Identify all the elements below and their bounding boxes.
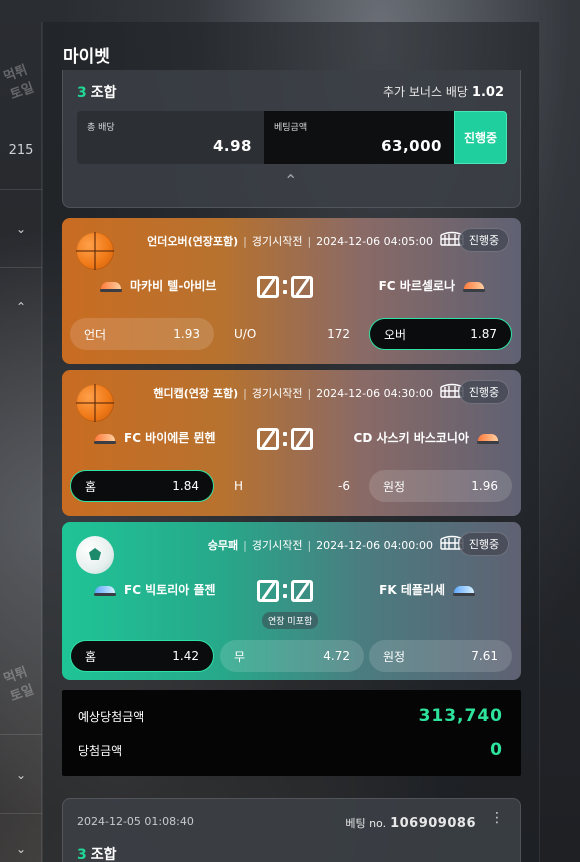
bet-option-handicap-line: H -6 [234, 479, 350, 493]
payout-summary: 예상당첨금액 313,740 당첨금액 0 [62, 690, 521, 776]
chevron-down-icon[interactable]: ⌄ [0, 734, 42, 814]
total-odds-box: 총 배당 4.98 [77, 111, 264, 164]
match-meta: 언더오버(연장포함) | 경기시작전 | 2024-12-06 04:05:00 [147, 235, 433, 248]
bet-number: 베팅 no. 106909086 [345, 816, 476, 831]
basketball-icon [76, 384, 114, 422]
chevron-down-icon[interactable]: ⌄ [0, 190, 42, 268]
bet-option-away[interactable]: 원정 7.61 [369, 640, 512, 672]
team-logo-icon [453, 582, 475, 598]
expected-payout-value: 313,740 [418, 706, 503, 726]
home-team: FC 바이에른 뮌헨 [94, 429, 216, 446]
bet-amount-box: 베팅금액 63,000 [264, 111, 454, 164]
status-badge: 진행중 [454, 111, 507, 164]
total-odds-value: 4.98 [212, 137, 252, 155]
chevron-up-icon[interactable]: ⌃ [0, 268, 42, 346]
chevron-down-icon[interactable]: ⌄ [0, 814, 42, 862]
combo-label: 3 조합 [77, 85, 117, 101]
chevron-up-icon[interactable]: ⌃ [284, 171, 297, 190]
watermark-logo: 먹튀토일 [1, 664, 37, 705]
bet-option-line: U/O 172 [234, 327, 350, 341]
match-card: 핸디캡(연장 포함) | 경기시작전 | 2024-12-06 04:30:00 진행중… [62, 370, 521, 516]
expected-payout-row: 예상당첨금액 313,740 [78, 706, 503, 726]
rail-number: 215 [0, 112, 42, 190]
win-amount-row: 당첨금액 0 [78, 740, 503, 760]
bet-option-home-selected[interactable]: 홈 1.42 [70, 640, 214, 672]
more-menu-icon[interactable]: ⋮ [490, 810, 504, 826]
team-logo-icon [94, 430, 116, 446]
team-logo-icon [100, 278, 122, 294]
bonus-odds: 추가 보너스 배당 1.02 [383, 85, 504, 100]
score-away-digit [291, 276, 313, 298]
soccer-ball-icon [76, 536, 114, 574]
status-badge: 진행중 [459, 532, 509, 556]
bet-option-under[interactable]: 언더 1.93 [70, 318, 214, 350]
team-logo-icon [94, 582, 116, 598]
match-card: 언더오버(연장포함) | 경기시작전 | 2024-12-06 04:05:00 진행중… [62, 218, 521, 364]
bet-option-away[interactable]: 원정 1.96 [369, 470, 512, 502]
bet-option-home-selected[interactable]: 홈 1.84 [70, 470, 214, 502]
basketball-icon [76, 232, 114, 270]
bet-history-card[interactable]: 2024-12-05 01:08:40 베팅 no. 106909086 ⋮ 3조… [62, 798, 521, 862]
score-home-digit [257, 428, 279, 450]
scoreboard [257, 276, 313, 298]
bet-amount-value: 63,000 [381, 137, 442, 155]
bet-option-draw[interactable]: 무 4.72 [220, 640, 364, 672]
status-badge: 진행중 [459, 228, 509, 252]
win-amount-value: 0 [490, 740, 503, 760]
scoreboard [257, 428, 313, 450]
away-team: CD 사스키 바스코니아 [354, 429, 499, 446]
away-team: FC 바르셀로나 [379, 277, 485, 294]
status-badge: 진행중 [459, 380, 509, 404]
score-away-digit [291, 428, 313, 450]
match-meta: 승무패 | 경기시작전 | 2024-12-06 04:00:00 [207, 539, 433, 552]
match-card: 승무패 | 경기시작전 | 2024-12-06 04:00:00 진행중 FC 빅토리… [62, 522, 521, 680]
team-logo-icon [463, 278, 485, 294]
home-team: FC 빅토리아 플젠 [94, 581, 216, 598]
team-logo-icon [477, 430, 499, 446]
score-home-digit [257, 580, 279, 602]
bet-datetime: 2024-12-05 01:08:40 [77, 815, 194, 828]
watermark-logo: 먹튀토일 [1, 62, 37, 103]
page-title: 마이벳 [63, 47, 110, 67]
bet-option-over-selected[interactable]: 오버 1.87 [369, 318, 512, 350]
match-meta: 핸디캡(연장 포함) | 경기시작전 | 2024-12-06 04:30:00 [153, 387, 433, 400]
home-team: 마카비 텔-아비브 [100, 277, 216, 294]
score-away-digit [291, 580, 313, 602]
combo-label: 3 조합 [77, 847, 117, 862]
score-home-digit [257, 276, 279, 298]
left-rail: 먹튀토일 215 ⌄ ⌃ 먹튀토일 ⌄ ⌄ [0, 22, 42, 862]
overtime-note: 연장 미포함 [262, 612, 319, 629]
bet-summary-card: 3 조합 추가 보너스 배당 1.02 총 배당 4.98 베팅금액 63,000 … [62, 70, 521, 208]
away-team: FK 테플리세 [379, 581, 475, 598]
scoreboard [257, 580, 313, 602]
